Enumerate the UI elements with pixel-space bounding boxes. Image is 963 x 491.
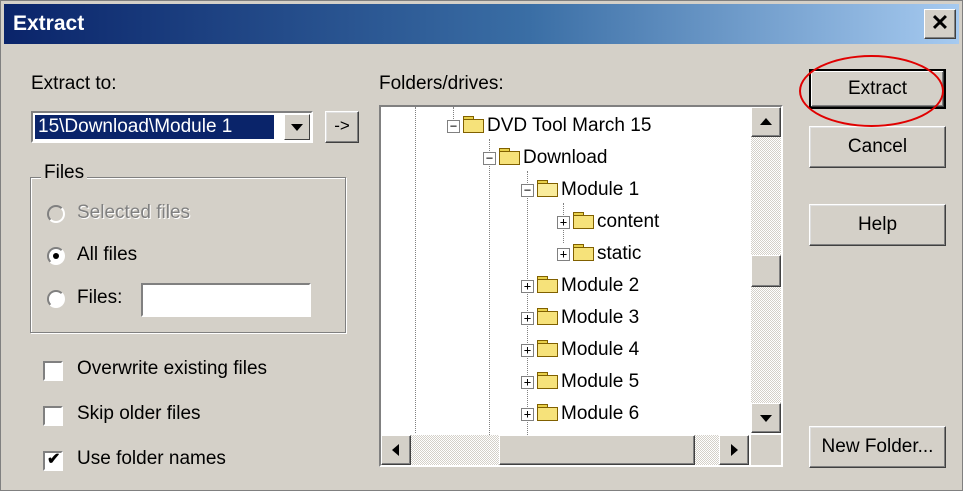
tree-line — [453, 107, 454, 119]
open-folder-icon — [537, 180, 559, 198]
extract-to-value[interactable]: 15\Download\Module 1 — [35, 115, 274, 139]
folders-drives-label: Folders/drives: — [379, 73, 504, 94]
selected-files-label: Selected files — [77, 202, 191, 223]
overwrite-label: Overwrite existing files — [77, 358, 268, 379]
tree-node-label: Module 1 — [561, 179, 640, 200]
vertical-scroll-thumb[interactable] — [751, 255, 781, 287]
folder-icon — [537, 308, 559, 326]
tree-line — [489, 139, 490, 435]
scrollbar-corner — [751, 435, 781, 465]
expand-icon[interactable]: + — [521, 408, 534, 421]
expand-icon[interactable]: + — [521, 312, 534, 325]
arrow-right-icon — [731, 444, 738, 456]
expand-icon[interactable]: + — [521, 280, 534, 293]
extract-to-label: Extract to: — [31, 73, 117, 94]
tree-node-label: Module 2 — [561, 275, 640, 296]
expand-icon[interactable]: + — [557, 248, 570, 261]
tree-line — [527, 171, 528, 437]
checkmark-icon: ✔ — [47, 451, 61, 468]
tree-node-label: DVD Tool March 15 — [487, 115, 652, 136]
combo-dropdown-button[interactable] — [284, 114, 310, 140]
tree-node-label: Module 4 — [561, 339, 640, 360]
extract-dialog: Extract ✕ Extract to: 15\Download\Module… — [0, 0, 963, 491]
all-files-label: All files — [77, 244, 138, 265]
arrow-left-icon — [392, 444, 399, 456]
expand-icon[interactable]: + — [521, 344, 534, 357]
folder-icon — [537, 276, 559, 294]
horizontal-scrollbar[interactable] — [381, 435, 749, 465]
folder-icon — [573, 212, 595, 230]
selected-files-radio[interactable] — [47, 205, 65, 223]
tree-node-label: Module 5 — [561, 371, 640, 392]
cancel-button[interactable]: Cancel — [809, 126, 946, 168]
extract-to-combo[interactable]: 15\Download\Module 1 — [31, 111, 313, 143]
files-pattern-radio[interactable] — [47, 290, 65, 308]
overwrite-checkbox[interactable] — [43, 361, 63, 381]
files-pattern-input[interactable] — [141, 283, 311, 317]
use-folder-names-checkbox[interactable]: ✔ — [43, 451, 63, 471]
collapse-icon[interactable]: − — [483, 152, 496, 165]
skip-older-label: Skip older files — [77, 403, 201, 424]
files-group-title: Files — [41, 162, 88, 184]
expand-icon[interactable]: + — [557, 216, 570, 229]
close-icon: ✕ — [930, 10, 950, 35]
new-folder-button[interactable]: New Folder... — [809, 426, 946, 468]
all-files-radio[interactable] — [47, 247, 65, 265]
scroll-down-button[interactable] — [751, 403, 781, 433]
tree-node-label: Module 6 — [561, 403, 640, 424]
folder-icon — [463, 116, 485, 134]
tree-node-label: Module 3 — [561, 307, 640, 328]
scroll-right-button[interactable] — [719, 435, 749, 465]
vertical-scrollbar[interactable] — [751, 107, 781, 433]
files-pattern-label: Files: — [77, 287, 123, 308]
tree-node-label: Download — [523, 147, 608, 168]
folder-icon — [537, 372, 559, 390]
radio-selected-dot — [53, 253, 59, 259]
collapse-icon[interactable]: − — [521, 184, 534, 197]
folder-icon — [537, 404, 559, 422]
browse-arrow-button[interactable]: -> — [325, 111, 359, 143]
folder-icon — [573, 244, 595, 262]
skip-older-checkbox[interactable] — [43, 406, 63, 426]
expand-icon[interactable]: + — [521, 376, 534, 389]
use-folder-names-label: Use folder names — [77, 448, 226, 469]
scroll-up-button[interactable] — [751, 107, 781, 137]
tree-node-label: content — [597, 211, 660, 232]
title-bar[interactable]: Extract ✕ — [4, 4, 959, 44]
tree-line — [415, 107, 416, 433]
scroll-left-button[interactable] — [381, 435, 411, 465]
folder-icon — [537, 340, 559, 358]
window-title: Extract — [13, 12, 85, 35]
chevron-down-icon — [291, 124, 303, 131]
folder-icon — [499, 148, 521, 166]
tree-node-label: static — [597, 243, 642, 264]
annotation-highlight-ring — [799, 55, 944, 127]
arrow-up-icon — [760, 118, 772, 125]
folder-tree[interactable]: − DVD Tool March 15 − Download − Module … — [379, 105, 783, 467]
help-button[interactable]: Help — [809, 204, 946, 246]
horizontal-scroll-thumb[interactable] — [499, 435, 695, 465]
arrow-down-icon — [760, 415, 772, 422]
collapse-icon[interactable]: − — [447, 120, 460, 133]
close-button[interactable]: ✕ — [924, 9, 956, 39]
